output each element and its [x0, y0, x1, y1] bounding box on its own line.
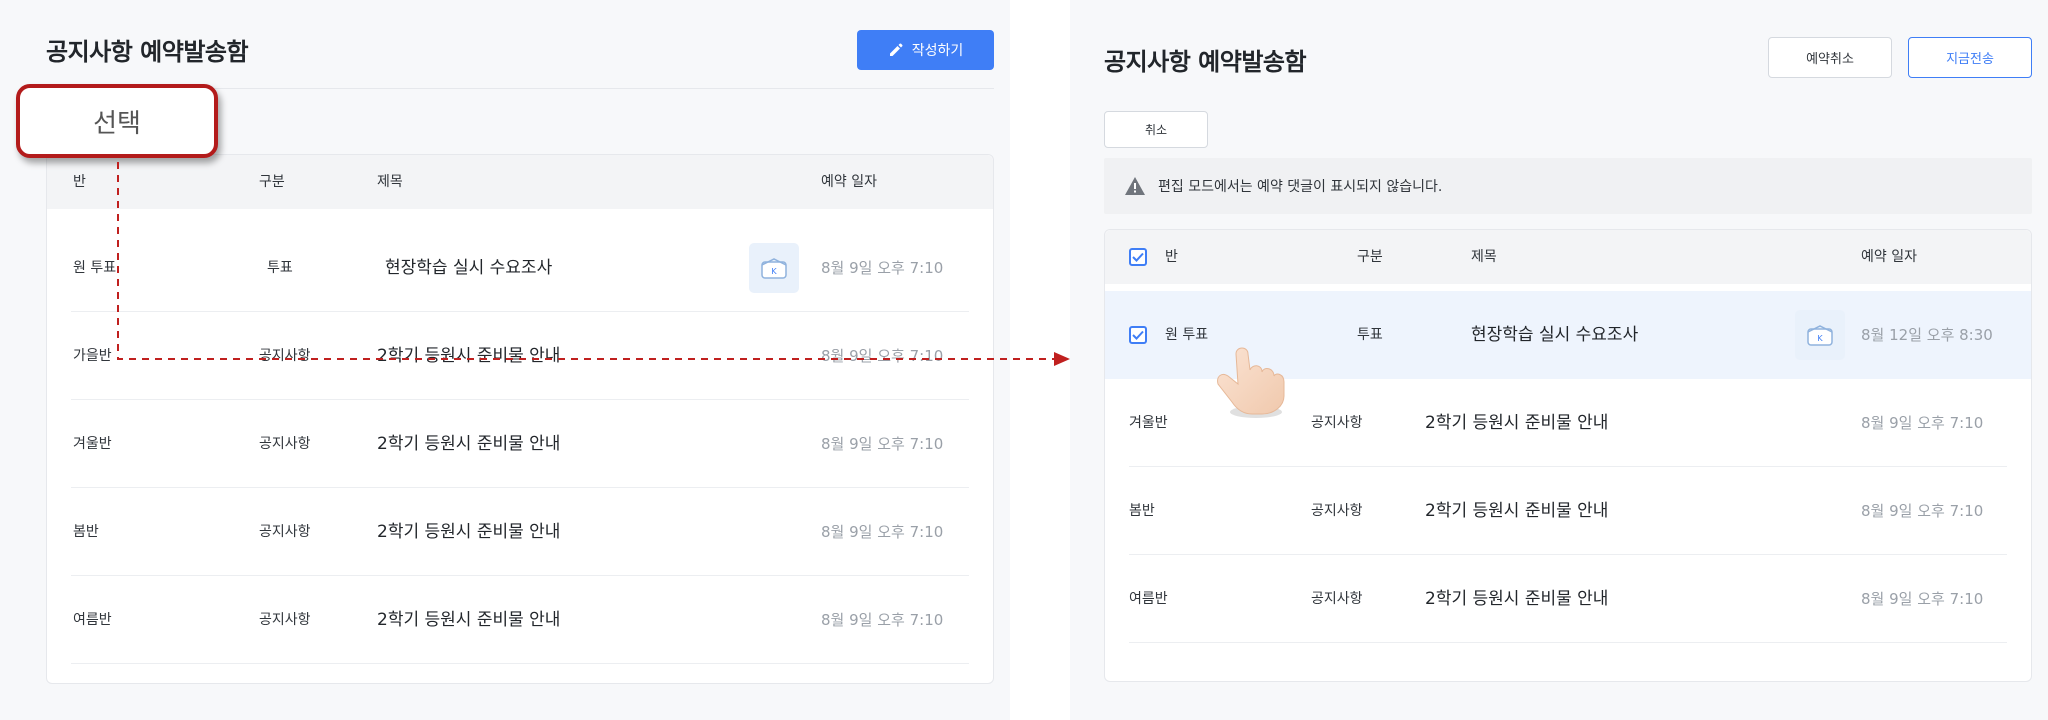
transition-arrow — [117, 162, 1070, 366]
